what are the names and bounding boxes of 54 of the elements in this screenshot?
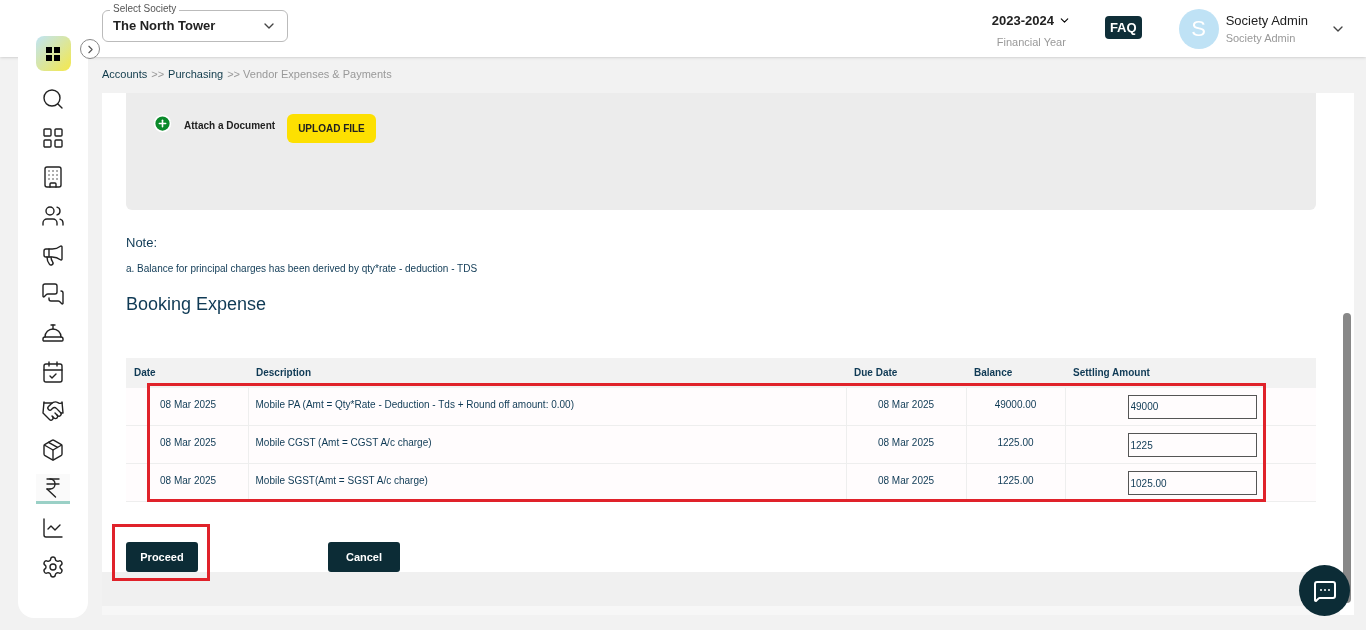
breadcrumb-text: >> Vendor Expenses & Payments [227, 66, 392, 82]
sidebar-item[interactable] [36, 474, 70, 504]
chat-bubbles-icon [41, 282, 65, 306]
table-cell: 08 Mar 2025 [160, 475, 217, 486]
box-icon [41, 438, 65, 462]
grid-icon [41, 126, 65, 150]
column-header: Settling Amount [1065, 357, 1316, 388]
field-label: Select Society [110, 3, 180, 14]
table-cell: 08 Mar 2025 [877, 437, 935, 448]
plus-icon [153, 114, 172, 133]
chat-icon [1312, 578, 1337, 603]
megaphone-icon [41, 243, 65, 267]
attach-label: Attach a Document [184, 119, 276, 133]
table-cell: 08 Mar 2025 [160, 398, 217, 410]
amount-input[interactable]: 49000 [1127, 394, 1257, 419]
people-icon [41, 204, 65, 228]
amount-input[interactable]: 1225 [1127, 433, 1257, 457]
table-cell: 1225.00 [997, 437, 1034, 448]
section-title: Booking Expense [126, 292, 268, 316]
column-header: Description [248, 357, 846, 388]
breadcrumb-text: >> [151, 66, 165, 82]
table-cell: Mobile PA (Amt = Qty*Rate - Deduction - Tds + Round off amount: 0.00) [255, 398, 574, 410]
table-cell: Mobile SGST(Amt = SGST A/c charge) [255, 475, 428, 486]
user-role: Society Admin [1225, 31, 1297, 46]
table-cell: 49000.00 [994, 398, 1037, 410]
table-cell: 1225.00 [997, 475, 1034, 486]
search-icon [41, 87, 65, 111]
breadcrumb-link[interactable]: Purchasing [168, 65, 224, 83]
select-value: The North Tower [113, 16, 217, 35]
year-caption: Financial Year [996, 35, 1066, 50]
column-header: Due Date [846, 357, 966, 388]
settings-icon [41, 555, 65, 579]
year-select[interactable]: 2023-2024 [991, 10, 1071, 30]
user-name: Society Admin [1225, 11, 1308, 30]
logo-icon [35, 36, 71, 71]
table-cell: 08 Mar 2025 [160, 437, 217, 448]
desk-bell-icon [41, 321, 65, 345]
action-button[interactable]: Proceed [126, 542, 198, 572]
handshake-icon [41, 399, 65, 423]
amount-input[interactable]: 1025.00 [1127, 471, 1257, 495]
table-cell: Mobile CGST (Amt = CGST A/c charge) [255, 437, 432, 448]
breadcrumb-link[interactable]: Accounts [102, 65, 148, 83]
note-title: Note: [126, 234, 159, 252]
column-header: Balance [966, 357, 1065, 388]
building-icon [41, 165, 65, 189]
upload-button[interactable]: UPLOAD FILE [287, 114, 376, 143]
calendar-icon [41, 360, 65, 384]
table-cell: 08 Mar 2025 [877, 398, 935, 410]
scrollbar-thumb[interactable] [1343, 313, 1351, 603]
note-text: a. Balance for principal charges has been derived by qty*rate - deduction - TDS [126, 261, 479, 276]
column-header: Date [126, 357, 248, 388]
action-button[interactable]: Cancel [328, 542, 400, 572]
table-cell: 08 Mar 2025 [877, 475, 935, 486]
chart-icon [41, 516, 65, 540]
